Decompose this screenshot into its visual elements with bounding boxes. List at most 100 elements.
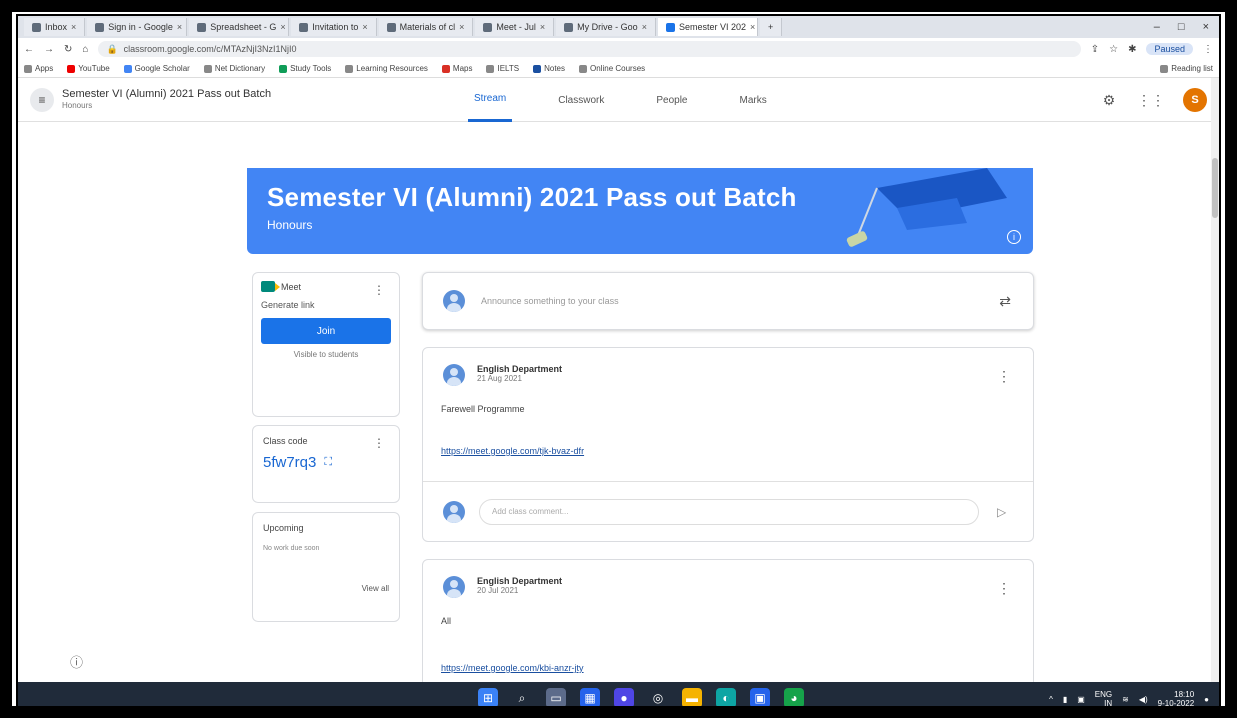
close-icon[interactable]: × [642, 22, 647, 32]
share-icon[interactable]: ⇪ [1091, 44, 1099, 55]
notification-icon[interactable]: ● [1204, 695, 1209, 704]
close-icon[interactable]: × [459, 22, 464, 32]
meet-link[interactable]: Generate link [261, 300, 391, 310]
app-tray-icon[interactable]: ▣ [1077, 695, 1085, 704]
bookmark-item[interactable]: Maps [441, 64, 472, 73]
bookmark-item[interactable]: YouTube [67, 64, 110, 73]
url-input[interactable]: 🔒 classroom.google.com/c/MTAzNjI3NzI1NjI… [98, 41, 1081, 57]
doc-icon [386, 22, 396, 32]
home-icon[interactable]: ⌂ [82, 44, 88, 55]
bookmark-item[interactable]: IELTS [486, 64, 519, 73]
wifi-icon[interactable]: ≋ [1122, 695, 1129, 704]
fullscreen-icon[interactable]: ⛶ [324, 456, 332, 469]
settings-icon[interactable]: ⚙ [1099, 90, 1119, 110]
close-icon[interactable]: × [177, 22, 182, 32]
tab-stream[interactable]: Stream [468, 78, 513, 122]
meet-label: Meet [281, 281, 302, 292]
widgets-icon[interactable]: ▦ [580, 688, 600, 706]
more-icon[interactable]: ⋮ [997, 580, 1011, 597]
more-icon[interactable]: ⋮ [1203, 44, 1213, 55]
profile-button[interactable]: Paused [1146, 43, 1193, 55]
search-icon[interactable]: ⌕ [512, 688, 532, 706]
post-link[interactable]: https://meet.google.com/kbi-anzr-jty [441, 663, 584, 673]
announce-box[interactable]: Announce something to your class ⇄ [422, 272, 1034, 330]
volume-icon[interactable]: ◀) [1139, 695, 1148, 704]
meet-card: Meet ⋮ Generate link Join Visible to stu… [252, 272, 400, 417]
repost-icon[interactable]: ⇄ [999, 293, 1011, 310]
bookmark-item[interactable]: Online Courses [579, 64, 645, 73]
info-icon[interactable]: i [1007, 230, 1021, 244]
bookmark-item[interactable]: Learning Resources [345, 64, 428, 73]
start-icon[interactable]: ⊞ [478, 688, 498, 706]
tab-invitation[interactable]: Invitation to × [291, 18, 377, 36]
task-view-icon[interactable]: ▭ [546, 688, 566, 706]
menu-icon: ≡ [38, 92, 46, 107]
tab-people[interactable]: People [650, 78, 693, 122]
tab-materials[interactable]: Materials of cl × [378, 18, 474, 36]
app-icon[interactable]: ◕ [784, 688, 804, 706]
tab-bar: Inbox × Sign in - Google × Spreadsheet - G… [18, 16, 1219, 38]
class-header-title[interactable]: Semester VI (Alumni) 2021 Pass out Batch… [62, 88, 271, 112]
join-button[interactable]: Join [261, 318, 391, 344]
close-icon[interactable]: × [540, 22, 545, 32]
comment-input[interactable]: Add class comment... [479, 498, 979, 525]
star-icon[interactable]: ☆ [1109, 44, 1118, 55]
tab-classroom[interactable]: Semester VI 202 × [657, 18, 758, 36]
close-icon[interactable]: × [71, 22, 76, 32]
maps-icon [441, 64, 450, 73]
apps-grid-icon[interactable]: ⋮⋮ [1137, 90, 1165, 110]
close-icon[interactable]: × [362, 22, 367, 32]
close-window-icon[interactable]: × [1203, 21, 1209, 33]
upcoming-card: Upcoming No work due soon View all [252, 512, 400, 622]
file-explorer-icon[interactable]: ▬ [682, 688, 702, 706]
bookmark-item[interactable]: Study Tools [279, 64, 331, 73]
clock[interactable]: 18:10 9-10-2022 [1158, 690, 1194, 706]
forward-icon[interactable]: → [44, 44, 54, 55]
tab-drive[interactable]: My Drive - Goo × [556, 18, 656, 36]
post-body: All [441, 616, 452, 626]
drive-icon [279, 64, 288, 73]
more-icon[interactable]: ⋮ [997, 368, 1011, 385]
visibility-note: Visible to students [293, 350, 359, 359]
reload-icon[interactable]: ↻ [64, 44, 72, 55]
view-all-link[interactable]: View all [362, 584, 389, 593]
class-code-value: 5fw7rq3 [263, 454, 317, 471]
more-icon[interactable]: ⋮ [373, 436, 385, 450]
send-icon[interactable]: ▷ [997, 505, 1006, 519]
bookmark-item[interactable]: Apps [24, 64, 53, 73]
bookmark-item[interactable]: Google Scholar [123, 64, 190, 73]
new-tab-button[interactable]: + [759, 18, 783, 36]
chrome-icon[interactable]: ◎ [648, 688, 668, 706]
mail-icon [32, 22, 41, 32]
edge-icon[interactable]: ◐ [716, 688, 736, 706]
post-link[interactable]: https://meet.google.com/tjk-bvaz-dfr [441, 446, 584, 456]
reading-list[interactable]: Reading list [1160, 64, 1213, 73]
close-icon[interactable]: × [280, 22, 285, 32]
close-icon[interactable]: × [750, 22, 755, 32]
tab-classwork[interactable]: Classwork [552, 78, 610, 122]
tab-sign-in[interactable]: Sign in - Google × [87, 18, 188, 36]
chevron-up-icon[interactable]: ^ [1049, 695, 1053, 704]
more-icon[interactable]: ⋮ [373, 283, 385, 297]
scrollbar[interactable] [1211, 78, 1219, 682]
stream-content: Semester VI (Alumni) 2021 Pass out Batch… [18, 122, 1213, 682]
back-icon[interactable]: ← [24, 44, 34, 55]
google-icon [95, 22, 105, 32]
bookmark-item[interactable]: Net Dictionary [203, 64, 265, 73]
main-menu-button[interactable]: ≡ [30, 87, 54, 112]
language-indicator[interactable]: ENG IN [1095, 690, 1112, 706]
tab-spreadsheet[interactable]: Spreadsheet - G × [189, 18, 290, 36]
bookmark-item[interactable]: Notes [533, 64, 565, 73]
store-icon[interactable]: ▣ [750, 688, 770, 706]
avatar[interactable]: S [1183, 88, 1207, 112]
chat-icon[interactable]: ● [614, 688, 634, 706]
help-icon[interactable]: ⓘ [70, 652, 83, 671]
scrollbar-thumb[interactable] [1212, 158, 1218, 218]
minimize-icon[interactable]: – [1154, 21, 1160, 33]
tab-meet[interactable]: Meet - Jul × [475, 18, 555, 36]
class-banner: Semester VI (Alumni) 2021 Pass out Batch… [247, 168, 1033, 254]
maximize-icon[interactable]: □ [1178, 21, 1185, 33]
tab-inbox[interactable]: Inbox × [24, 18, 86, 36]
tab-marks[interactable]: Marks [734, 78, 773, 122]
extensions-icon[interactable]: ✱ [1128, 44, 1136, 55]
